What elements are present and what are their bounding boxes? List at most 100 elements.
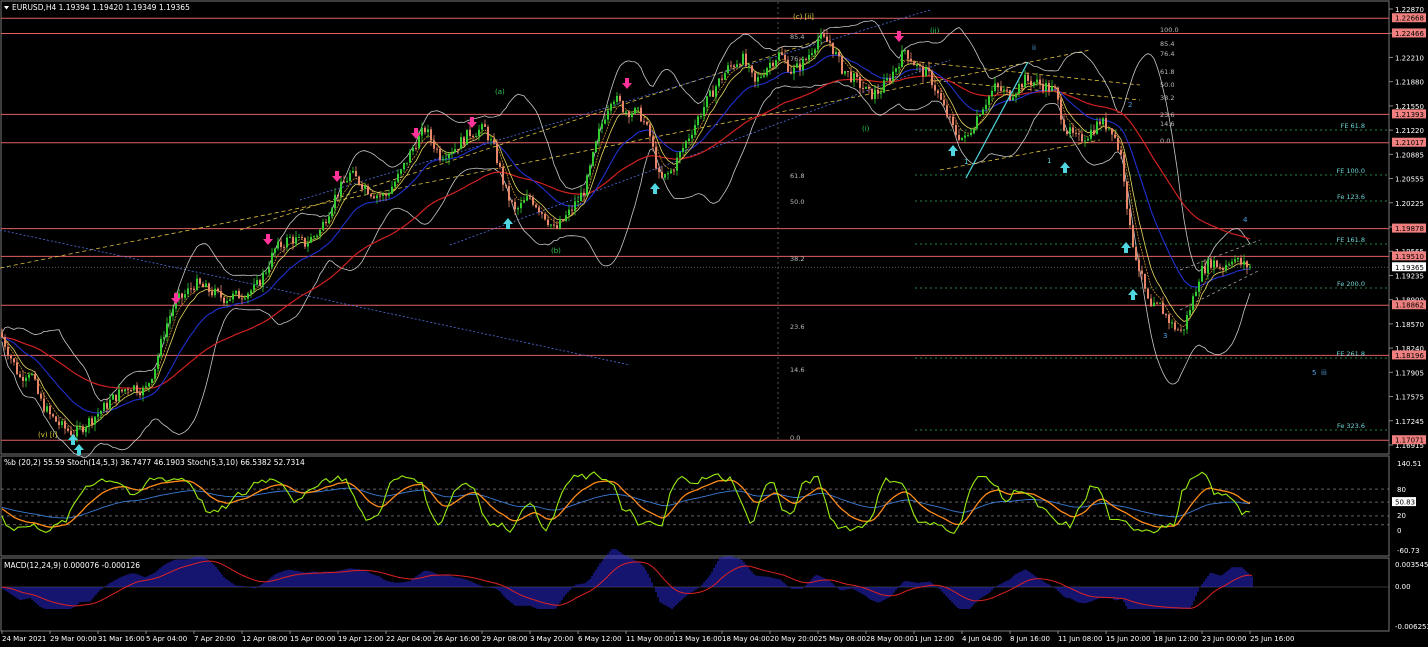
candle-body [646, 121, 648, 125]
candle-body [1237, 257, 1239, 260]
candle-body [295, 237, 297, 244]
candle-body [1045, 83, 1047, 92]
candle-body [160, 338, 162, 356]
candle-body [1162, 302, 1164, 315]
candle-body [1159, 302, 1161, 304]
candle-body [517, 208, 519, 210]
candle-body [220, 291, 222, 298]
candle-body [1144, 273, 1146, 289]
time-axis-label: 15 Apr 00:00 [290, 635, 336, 643]
candle-body [709, 90, 711, 97]
candle-body [784, 54, 786, 60]
candle-body [442, 158, 444, 161]
candle-body [1189, 310, 1191, 316]
chart-canvas[interactable]: EURUSD,H4 1.19394 1.19420 1.19349 1.1936… [0, 0, 1428, 647]
candle-body [754, 72, 756, 82]
candle-body [1003, 89, 1005, 91]
candle-body [463, 137, 465, 145]
candle-body [877, 89, 879, 94]
candle-body [772, 62, 774, 67]
candle-body [400, 169, 402, 174]
candle-body [145, 386, 147, 388]
candle-body [361, 184, 363, 189]
candle-body [364, 186, 366, 189]
candle-body [919, 64, 921, 67]
candle-body [748, 65, 750, 67]
candle-body [820, 34, 822, 39]
candle-body [991, 90, 993, 97]
current-price-label: 1.19365 [1395, 264, 1424, 272]
candle-body [310, 237, 312, 243]
candle-body [94, 416, 96, 425]
time-axis-label: 8 Jun 16:00 [1010, 635, 1050, 643]
candle-body [550, 224, 552, 226]
time-axis-label: 6 May 12:00 [578, 635, 622, 643]
candle-body [34, 374, 36, 380]
candle-body [448, 153, 450, 159]
candle-body [100, 411, 102, 414]
candle-body [895, 68, 897, 72]
candle-body [961, 137, 963, 140]
candle-body [922, 66, 924, 77]
candle-body [208, 283, 210, 292]
candle-body [205, 283, 207, 288]
candle-body [811, 53, 813, 55]
candle-body [388, 193, 390, 196]
candle-body [394, 181, 396, 187]
candle-body [457, 149, 459, 151]
candle-body [1036, 79, 1038, 83]
candle-body [70, 430, 72, 436]
candle-body [1240, 257, 1242, 265]
candle-body [985, 104, 987, 110]
time-axis-label: 26 Apr 16:00 [434, 635, 480, 643]
candle-body [1066, 130, 1068, 135]
candle-body [103, 402, 105, 412]
candle-body [1249, 266, 1251, 268]
candle-body [1174, 322, 1176, 330]
candle-body [577, 201, 579, 203]
candle-body [139, 392, 141, 396]
candle-body [778, 52, 780, 61]
candle-body [676, 157, 678, 171]
wave-label-four: 4 [1243, 216, 1248, 224]
candle-body [178, 293, 180, 299]
candle-body [1123, 154, 1125, 182]
candle-body [547, 219, 549, 226]
candle-body [1234, 259, 1236, 262]
candle-body [1231, 261, 1233, 264]
candle-body [241, 298, 243, 300]
fe-label: Fe 123.6 [1337, 193, 1365, 201]
candle-body [1135, 246, 1137, 260]
candle-body [214, 288, 216, 296]
fe-label: FE 261.8 [1336, 350, 1365, 358]
candle-body [79, 426, 81, 428]
time-axis-label: 31 Mar 16:00 [98, 635, 145, 643]
price-axis-label: 1.19235 [1395, 272, 1424, 280]
candle-body [1243, 261, 1245, 265]
time-axis-label: 20 May 20:00 [770, 635, 818, 643]
candle-body [802, 58, 804, 71]
candle-body [916, 64, 918, 66]
candle-body [628, 111, 630, 118]
candle-body [595, 141, 597, 153]
candle-body [601, 123, 603, 129]
candle-body [841, 56, 843, 74]
candle-body [1096, 121, 1098, 134]
candle-body [115, 394, 117, 401]
candle-body [337, 194, 339, 197]
candle-body [259, 280, 261, 286]
macd-axis-label: 0.00 [1395, 583, 1411, 591]
candle-body [106, 402, 108, 409]
candle-body [286, 237, 288, 248]
candle-body [1024, 74, 1026, 88]
candle-body [730, 65, 732, 67]
candle-body [1156, 302, 1158, 304]
stoch-axis-label: 80 [1397, 486, 1406, 494]
candle-body [247, 293, 249, 299]
candle-body [7, 346, 9, 356]
candle-body [235, 290, 237, 294]
candle-body [1177, 329, 1179, 331]
candle-body [118, 389, 120, 401]
candle-body [376, 195, 378, 199]
candle-body [304, 237, 306, 247]
